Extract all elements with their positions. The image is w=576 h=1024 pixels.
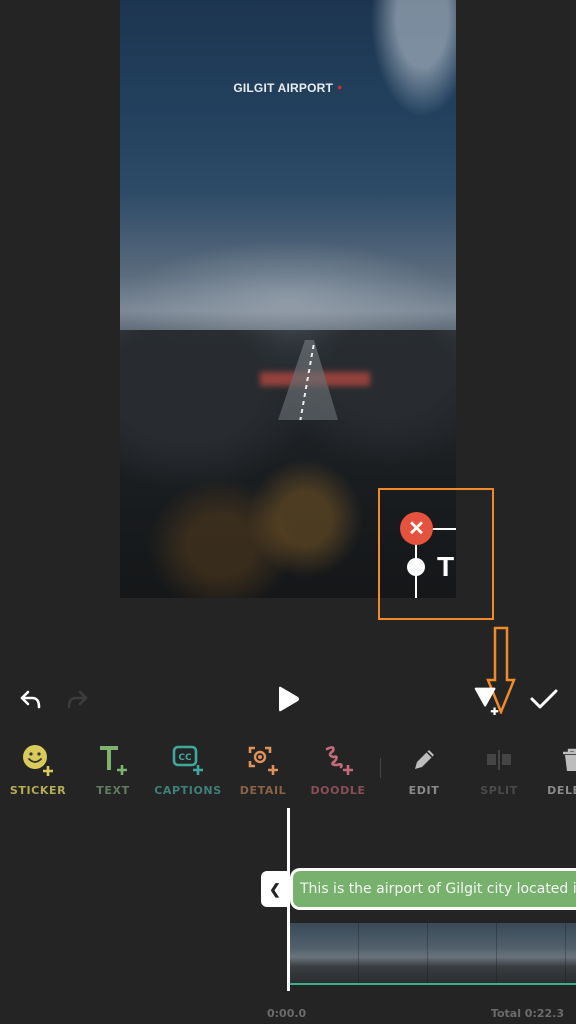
tool-split-label: SPLIT: [480, 784, 518, 797]
confirm-button[interactable]: [527, 682, 561, 716]
add-marker-icon: [474, 687, 499, 716]
annotation-highlight-box: [378, 488, 494, 620]
captions-add-icon: CC: [172, 745, 203, 775]
tool-doodle[interactable]: DOODLE: [300, 740, 376, 797]
tool-edit-label: EDIT: [408, 784, 440, 797]
filmstrip-frame: [290, 923, 359, 985]
play-button[interactable]: [270, 682, 304, 716]
undo-button[interactable]: [14, 682, 48, 716]
tool-captions-label: CAPTIONS: [154, 784, 222, 797]
chevron-left-icon: ❮: [269, 880, 281, 897]
play-icon: [279, 686, 299, 712]
trash-icon: [563, 748, 576, 771]
total-time: Total 0:22.3: [490, 1007, 564, 1020]
filmstrip-frame: [428, 923, 497, 985]
doodle-add-icon: [325, 746, 353, 775]
filmstrip-frame: [359, 923, 428, 985]
tool-delete[interactable]: DELETE: [534, 740, 576, 797]
overlay-title-text[interactable]: GILGIT AIRPORT ●: [120, 81, 456, 95]
tool-sticker-label: STICKER: [9, 784, 67, 797]
svg-text:CC: CC: [178, 753, 192, 763]
filmstrip-frame: [497, 923, 566, 985]
sticker-add-icon: [23, 745, 53, 776]
tool-delete-label: DELETE: [547, 784, 576, 797]
detail-add-icon: [248, 746, 278, 775]
tool-text-label: TEXT: [96, 784, 130, 797]
tool-divider: [380, 758, 381, 778]
tool-sticker[interactable]: STICKER: [0, 740, 76, 797]
edit-tools-strip[interactable]: STICKER TEXT CC CAPTIONS DETAIL DOODLE E…: [0, 732, 576, 802]
checkmark-icon: [530, 689, 558, 709]
filmstrip-frame: [566, 923, 576, 985]
tool-text[interactable]: TEXT: [75, 740, 151, 797]
split-icon: [487, 750, 511, 770]
text-clip[interactable]: This is the airport of Gilgit city locat…: [290, 868, 576, 910]
overlay-title-label: GILGIT AIRPORT: [233, 81, 334, 95]
tool-detail-label: DETAIL: [239, 784, 287, 797]
current-time: 0:00.0: [267, 1007, 307, 1020]
collapse-track-button[interactable]: ❮: [261, 871, 289, 907]
text-add-icon: [100, 746, 127, 775]
tool-captions[interactable]: CC CAPTIONS: [150, 740, 226, 797]
undo-icon: [20, 690, 41, 709]
redo-icon: [67, 690, 88, 709]
tool-edit[interactable]: EDIT: [386, 740, 462, 797]
video-filmstrip[interactable]: [290, 923, 576, 985]
tool-split[interactable]: SPLIT: [461, 740, 537, 797]
redo-button[interactable]: [60, 682, 94, 716]
playback-toolbar: [0, 670, 576, 728]
playhead[interactable]: [287, 808, 290, 991]
pencil-icon: [415, 750, 434, 769]
tool-detail[interactable]: DETAIL: [225, 740, 301, 797]
location-pin-icon: ●: [337, 82, 343, 92]
audio-track-line: [290, 983, 576, 985]
add-marker-button[interactable]: [470, 682, 504, 716]
tool-doodle-label: DOODLE: [310, 784, 366, 797]
